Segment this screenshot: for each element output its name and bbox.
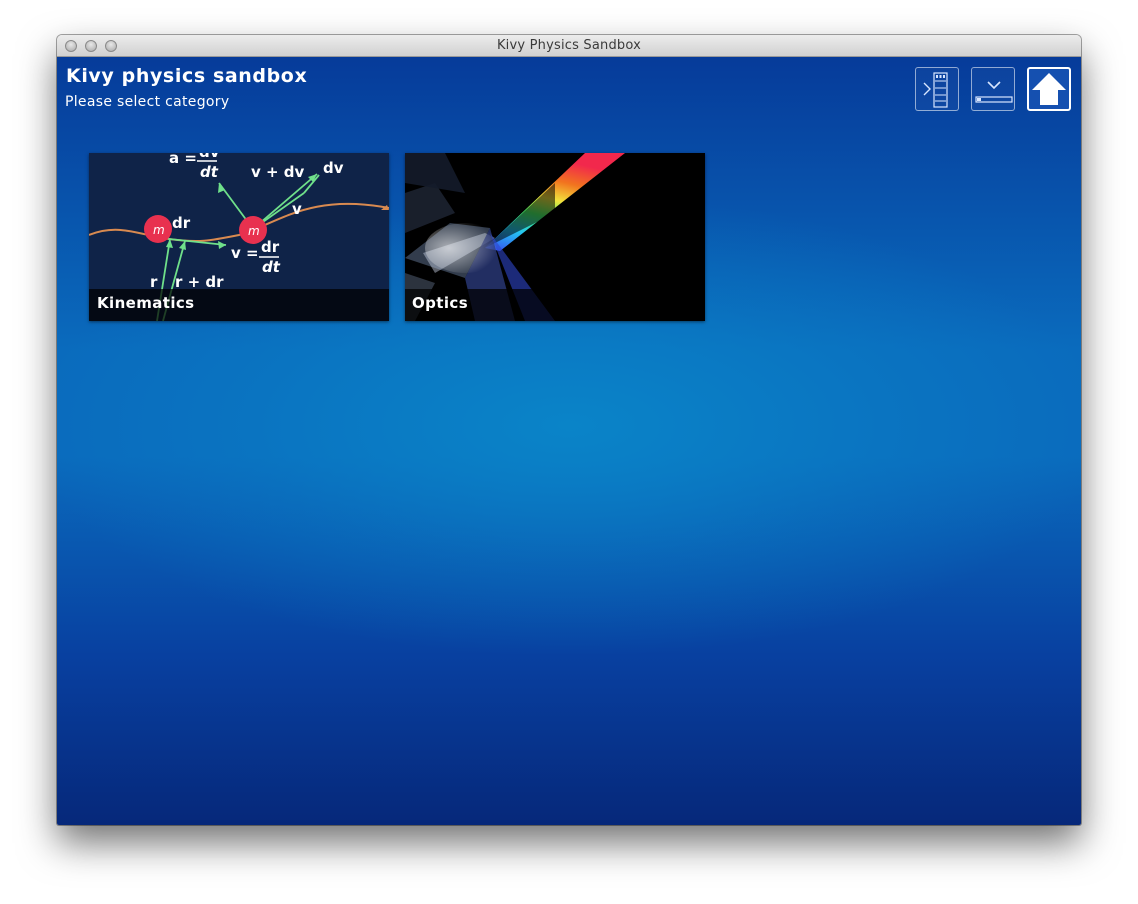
dr-label: dr: [172, 214, 191, 232]
category-label: Kinematics: [97, 294, 195, 312]
accel-eq-label: a =: [169, 153, 197, 167]
home-icon: [1032, 73, 1066, 105]
category-label-bar: Optics: [405, 289, 705, 321]
dv-label: dv: [323, 159, 344, 177]
app-window: Kivy Physics Sandbox Kivy physics sandbo…: [57, 35, 1081, 825]
accel-denominator: dt: [200, 163, 219, 181]
mass-label: m: [248, 224, 260, 238]
v-plus-dv-label: v + dv: [251, 163, 305, 181]
main-content: Kivy physics sandbox Please select categ…: [57, 57, 1081, 825]
fraction-numerator: dr: [261, 238, 280, 256]
mass-label: m: [153, 223, 165, 237]
window-title: Kivy Physics Sandbox: [496, 38, 642, 53]
category-card-optics[interactable]: Optics: [405, 153, 705, 321]
category-label-bar: Kinematics: [89, 289, 389, 321]
page-subtitle: Please select category: [65, 94, 230, 110]
dropdown-panel-button[interactable]: [971, 67, 1015, 111]
fraction-denominator: dt: [262, 258, 281, 276]
home-button[interactable]: [1027, 67, 1071, 111]
v-label: v: [292, 200, 302, 218]
sidebar-toggle-button[interactable]: [915, 67, 959, 111]
dropdown-panel-icon: [975, 81, 1013, 103]
page-title: Kivy physics sandbox: [66, 65, 308, 87]
v-equals-label: v =: [231, 244, 259, 262]
accel-numerator: dv: [199, 153, 220, 161]
category-label: Optics: [412, 294, 469, 312]
category-card-kinematics[interactable]: m m a = dv dt v + dv dv v dr v = dr dt r…: [89, 153, 389, 321]
title-bar[interactable]: Kivy Physics Sandbox: [57, 35, 1081, 57]
sidebar-toggle-icon: [923, 72, 948, 108]
